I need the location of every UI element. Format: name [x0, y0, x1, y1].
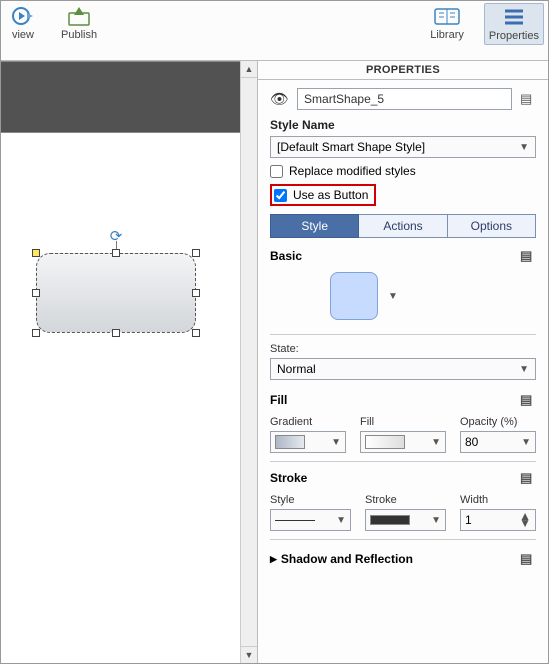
stroke-color-swatch	[370, 515, 410, 525]
rounded-rect-shape[interactable]	[36, 253, 196, 333]
chevron-down-icon: ▼	[431, 515, 441, 526]
fill-label: Fill	[360, 416, 446, 428]
handle-bottom-right[interactable]	[192, 329, 200, 337]
fill-menu-icon[interactable]: ▤	[520, 392, 536, 408]
stroke-style-dropdown[interactable]: ▼	[270, 509, 351, 531]
basic-menu-icon[interactable]: ▤	[520, 248, 536, 264]
ribbon-toolbar: view Publish Library Properties	[1, 1, 548, 61]
shadow-reflection-label: Shadow and Reflection	[281, 552, 413, 566]
separator	[270, 539, 536, 540]
fill-section-label: Fill	[270, 393, 287, 407]
smartshape-selection[interactable]: ⟳	[36, 253, 196, 333]
scroll-up-icon[interactable]: ▲	[241, 61, 257, 78]
property-tabs: Style Actions Options	[270, 214, 536, 238]
stroke-section-label: Stroke	[270, 471, 307, 485]
separator	[270, 461, 536, 462]
basic-section-label: Basic	[270, 249, 302, 263]
fill-swatch	[365, 435, 405, 449]
chevron-down-icon: ▼	[336, 515, 346, 526]
opacity-label: Opacity (%)	[460, 416, 536, 428]
use-as-button-input[interactable]	[274, 189, 287, 202]
use-as-button-label: Use as Button	[293, 188, 368, 202]
chevron-down-icon: ▼	[331, 437, 341, 448]
tab-options[interactable]: Options	[448, 214, 536, 238]
visibility-icon[interactable]: 👁	[270, 90, 289, 108]
play-icon	[9, 5, 37, 27]
handle-top-left[interactable]	[32, 249, 40, 257]
replace-modified-label: Replace modified styles	[289, 164, 416, 178]
handle-bottom-mid[interactable]	[112, 329, 120, 337]
gradient-swatch	[275, 435, 305, 449]
chevron-down-icon: ▼	[519, 364, 529, 375]
stage-background	[1, 61, 257, 133]
handle-top-mid[interactable]	[112, 249, 120, 257]
chevron-down-icon: ▼	[519, 142, 529, 153]
use-as-button-checkbox[interactable]: Use as Button	[274, 188, 368, 202]
scroll-down-icon[interactable]: ▼	[241, 646, 257, 663]
tab-style[interactable]: Style	[270, 214, 359, 238]
panel-title: PROPERTIES	[258, 61, 548, 80]
opacity-value: 80	[465, 435, 478, 449]
handle-left-mid[interactable]	[32, 289, 40, 297]
expand-right-icon: ▶	[270, 554, 277, 565]
stroke-width-label: Width	[460, 494, 536, 506]
handle-top-right[interactable]	[192, 249, 200, 257]
stage-canvas[interactable]: ⟳	[1, 133, 257, 664]
publish-label: Publish	[61, 29, 97, 41]
replace-modified-input[interactable]	[270, 165, 283, 178]
publish-button[interactable]: Publish	[57, 3, 101, 43]
state-label: State:	[270, 343, 536, 355]
object-menu-icon[interactable]: ▤	[520, 91, 536, 107]
state-dropdown[interactable]: Normal ▼	[270, 358, 536, 380]
use-as-button-highlight: Use as Button	[270, 184, 376, 206]
opacity-dropdown[interactable]: 80 ▼	[460, 431, 536, 453]
shadow-reflection-toggle[interactable]: ▶ Shadow and Reflection	[270, 552, 413, 566]
library-icon	[433, 5, 461, 27]
shadow-menu-icon[interactable]: ▤	[520, 551, 536, 567]
object-name-input[interactable]	[297, 88, 512, 110]
hamburger-icon	[500, 6, 528, 28]
properties-label: Properties	[489, 30, 539, 42]
stroke-style-label: Style	[270, 494, 351, 506]
style-name-value: [Default Smart Shape Style]	[277, 140, 425, 154]
chevron-down-icon: ▼	[521, 437, 531, 448]
replace-modified-checkbox[interactable]: Replace modified styles	[270, 164, 536, 178]
tab-actions[interactable]: Actions	[359, 214, 447, 238]
gradient-dropdown[interactable]: ▼	[270, 431, 346, 453]
gradient-label: Gradient	[270, 416, 346, 428]
handle-bottom-left[interactable]	[32, 329, 40, 337]
fill-dropdown[interactable]: ▼	[360, 431, 446, 453]
style-name-label: Style Name	[270, 118, 536, 132]
chevron-down-icon: ▼	[431, 437, 441, 448]
publish-icon	[65, 5, 93, 27]
stroke-width-value: 1	[465, 513, 472, 527]
stroke-menu-icon[interactable]: ▤	[520, 470, 536, 486]
stage-area: ⟳ ▲ ▼	[1, 61, 258, 663]
handle-right-mid[interactable]	[192, 289, 200, 297]
shape-style-swatch[interactable]	[330, 272, 378, 320]
state-value: Normal	[277, 362, 316, 376]
preview-button[interactable]: view	[5, 3, 41, 43]
library-label: Library	[430, 29, 464, 41]
line-style-swatch	[275, 520, 315, 521]
preview-label: view	[12, 29, 34, 41]
stroke-color-label: Stroke	[365, 494, 446, 506]
properties-panel: PROPERTIES 👁 ▤ Style Name [Default Smart…	[258, 61, 548, 663]
stroke-width-spinner[interactable]: 1 ▲ ▼	[460, 509, 536, 531]
properties-toggle[interactable]: Properties	[484, 3, 544, 45]
library-button[interactable]: Library	[426, 3, 468, 45]
style-name-dropdown[interactable]: [Default Smart Shape Style] ▼	[270, 136, 536, 158]
stroke-color-dropdown[interactable]: ▼	[365, 509, 446, 531]
spinner-down-icon[interactable]: ▼	[519, 520, 531, 527]
stage-scrollbar[interactable]: ▲ ▼	[240, 61, 257, 663]
separator	[270, 334, 536, 335]
shape-style-dropdown-icon[interactable]: ▼	[388, 291, 398, 302]
